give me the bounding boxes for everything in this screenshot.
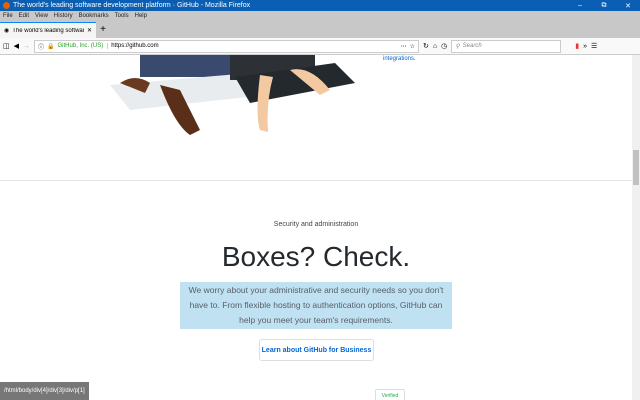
menu-file[interactable]: File bbox=[3, 13, 13, 19]
search-input[interactable]: ⚲ Search bbox=[451, 39, 562, 53]
scrollbar-thumb[interactable] bbox=[633, 150, 639, 185]
scrollbar[interactable] bbox=[632, 55, 640, 400]
verified-badge: Verified bbox=[375, 389, 405, 400]
lock-icon: 🔒 bbox=[47, 43, 55, 50]
learn-business-button[interactable]: Learn about GitHub for Business bbox=[259, 339, 374, 361]
extension-icon[interactable]: ▮ bbox=[575, 42, 579, 50]
firefox-logo-icon bbox=[3, 2, 10, 9]
menu-help[interactable]: Help bbox=[135, 13, 147, 19]
tab-github[interactable]: ◉ The world's leading software d ✕ bbox=[0, 22, 96, 38]
tab-close-icon[interactable]: ✕ bbox=[87, 27, 92, 34]
menu-bar: File Edit View History Bookmarks Tools H… bbox=[0, 11, 640, 21]
menu-icon[interactable]: ☰ bbox=[591, 42, 597, 50]
status-bar: /html/body/div[4]/div[3]/div/p[1] bbox=[0, 382, 89, 400]
menu-view[interactable]: View bbox=[35, 13, 48, 19]
title-bar: The world's leading software development… bbox=[0, 0, 640, 11]
reload-icon[interactable]: ↻ bbox=[423, 42, 429, 50]
laptops-illustration bbox=[110, 55, 355, 135]
search-icon: ⚲ bbox=[455, 43, 460, 50]
section-divider bbox=[0, 180, 632, 181]
github-favicon-icon: ◉ bbox=[4, 28, 10, 34]
tab-title: The world's leading software d bbox=[12, 27, 84, 34]
back-button[interactable]: ◀ bbox=[14, 42, 19, 50]
section-lead: We worry about your administrative and s… bbox=[180, 282, 452, 329]
section-eyebrow: Security and administration bbox=[273, 221, 359, 228]
history-icon[interactable]: ◷ bbox=[441, 42, 447, 50]
restore-button[interactable]: ⧉ bbox=[592, 2, 616, 10]
overflow-icon[interactable]: » bbox=[583, 43, 587, 50]
info-icon[interactable]: ⓘ bbox=[38, 42, 44, 51]
forward-button[interactable]: → bbox=[23, 43, 30, 50]
menu-history[interactable]: History bbox=[54, 13, 73, 19]
new-tab-button[interactable]: + bbox=[96, 22, 110, 38]
menu-tools[interactable]: Tools bbox=[115, 13, 129, 19]
close-button[interactable]: ✕ bbox=[616, 2, 640, 10]
url-bar[interactable]: ⓘ 🔒 GitHub, Inc. (US) https://github.com… bbox=[34, 39, 420, 53]
home-icon[interactable]: ⌂ bbox=[433, 43, 437, 50]
minimize-button[interactable]: – bbox=[568, 2, 592, 10]
search-placeholder: Search bbox=[462, 43, 482, 49]
bookmark-star-icon[interactable]: ☆ bbox=[410, 43, 415, 50]
page-actions-icon[interactable]: ⋯ bbox=[401, 43, 407, 50]
sidebar-icon[interactable]: ◫ bbox=[3, 42, 10, 50]
site-identity[interactable]: GitHub, Inc. (US) bbox=[58, 43, 109, 49]
url-text[interactable]: https://github.com bbox=[111, 43, 158, 49]
page-content: integrations. Security and administratio… bbox=[0, 55, 632, 400]
window-title: The world's leading software development… bbox=[13, 2, 251, 9]
section-heading: Boxes? Check. bbox=[221, 241, 411, 272]
menu-bookmarks[interactable]: Bookmarks bbox=[79, 13, 109, 19]
integrations-link[interactable]: integrations. bbox=[383, 56, 416, 62]
menu-edit[interactable]: Edit bbox=[19, 13, 29, 19]
